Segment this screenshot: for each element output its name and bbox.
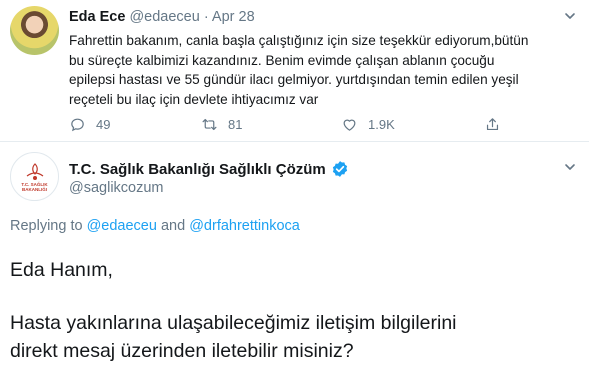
reply-icon	[71, 118, 84, 132]
share-action[interactable]	[484, 116, 501, 133]
tweet-actions: 49 81 1.9K	[69, 116, 579, 136]
mention-link[interactable]: @drfahrettinkoca	[189, 218, 300, 234]
original-tweet[interactable]: Eda Ece @edaeceu · Apr 28 Fahrettin baka…	[0, 0, 589, 142]
retweet-icon	[202, 118, 217, 131]
chevron-down-icon[interactable]	[563, 9, 577, 23]
share-icon	[486, 118, 499, 131]
reply-text: Eda Hanım, Hasta yakınlarına ulaşabilece…	[10, 256, 580, 365]
reply-count: 49	[96, 117, 111, 132]
tweet-text: Fahrettin bakanım, canla başla çalıştığı…	[69, 33, 529, 107]
replying-and: and	[160, 218, 186, 234]
author-name[interactable]: Eda Ece	[69, 9, 125, 25]
verified-badge-icon	[332, 161, 347, 177]
mention-link[interactable]: @edaeceu	[87, 218, 157, 234]
author-avatar[interactable]	[10, 6, 59, 55]
reply-body-line: Hasta yakınlarına ulaşabileceğimiz ileti…	[10, 312, 457, 334]
reply-action[interactable]: 49	[69, 116, 110, 133]
like-count: 1.9K	[368, 117, 395, 132]
tweet-header: Eda Ece @edaeceu · Apr 28	[69, 9, 255, 25]
reply-author-name[interactable]: T.C. Sağlık Bakanlığı Sağlıklı Çözüm	[69, 161, 326, 178]
author-handle[interactable]: @edaeceu	[129, 9, 199, 25]
ministry-logo-icon	[26, 162, 43, 180]
separator-dot: ·	[203, 9, 209, 25]
reply-author-avatar[interactable]: T.C. SAĞLIK BAKANLIĞI	[10, 152, 59, 201]
replying-prefix: Replying to	[10, 218, 83, 234]
like-action[interactable]: 1.9K	[341, 116, 395, 133]
reply-author-name-row[interactable]: T.C. Sağlık Bakanlığı Sağlıklı Çözüm	[69, 160, 349, 178]
reply-author-handle[interactable]: @saglikcozum	[69, 180, 164, 196]
chevron-down-icon[interactable]	[563, 160, 577, 174]
reply-greeting: Eda Hanım,	[10, 259, 113, 281]
replying-to: Replying to @edaeceu and @drfahrettinkoc…	[10, 218, 300, 234]
avatar-caption: T.C. SAĞLIK BAKANLIĞI	[21, 181, 48, 192]
like-icon	[343, 119, 356, 131]
reply-body-line: direkt mesaj üzerinden iletebilir misini…	[10, 340, 354, 362]
retweet-count: 81	[228, 117, 243, 132]
tweet-date[interactable]: Apr 28	[212, 9, 255, 25]
reply-tweet[interactable]: T.C. SAĞLIK BAKANLIĞI T.C. Sağlık Bakanl…	[0, 142, 589, 376]
retweet-action[interactable]: 81	[201, 116, 242, 133]
